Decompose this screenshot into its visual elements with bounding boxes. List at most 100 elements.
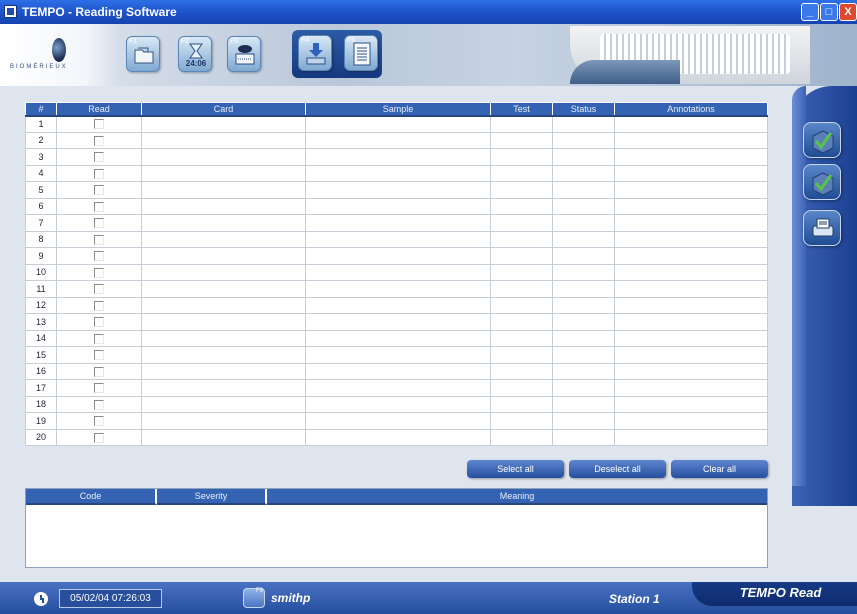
status-cell[interactable]	[552, 148, 615, 166]
sample-cell[interactable]	[305, 313, 491, 331]
validate-selected-button[interactable]	[803, 164, 841, 200]
sample-cell[interactable]	[305, 214, 491, 232]
annotations-cell[interactable]	[614, 230, 768, 248]
column-header-meaning[interactable]: Meaning	[267, 489, 767, 505]
table-row[interactable]: 7	[25, 214, 768, 232]
read-checkbox[interactable]	[94, 399, 104, 410]
card-cell[interactable]	[141, 131, 306, 149]
status-cell[interactable]	[552, 296, 615, 314]
status-cell[interactable]	[552, 131, 615, 149]
status-cell[interactable]	[552, 412, 615, 430]
annotations-cell[interactable]	[614, 362, 768, 380]
status-cell[interactable]	[552, 346, 615, 364]
sample-cell[interactable]	[305, 280, 491, 298]
status-cell[interactable]	[552, 395, 615, 413]
test-cell[interactable]	[490, 346, 553, 364]
sample-cell[interactable]	[305, 296, 491, 314]
sample-cell[interactable]	[305, 181, 491, 199]
card-cell[interactable]	[141, 280, 306, 298]
table-row[interactable]: 14	[25, 329, 768, 347]
test-cell[interactable]	[490, 131, 553, 149]
status-cell[interactable]	[552, 181, 615, 199]
table-row[interactable]: 3	[25, 148, 768, 166]
column-header-number[interactable]: #	[25, 102, 57, 117]
annotations-cell[interactable]	[614, 115, 768, 133]
test-cell[interactable]	[490, 280, 553, 298]
sample-cell[interactable]	[305, 197, 491, 215]
table-row[interactable]: 11	[25, 280, 768, 298]
card-cell[interactable]	[141, 247, 306, 265]
test-cell[interactable]	[490, 247, 553, 265]
sample-cell[interactable]	[305, 428, 491, 446]
card-cell[interactable]	[141, 164, 306, 182]
sample-cell[interactable]	[305, 395, 491, 413]
annotations-cell[interactable]	[614, 181, 768, 199]
f3-scanner-button[interactable]: F3	[227, 36, 261, 72]
table-row[interactable]: 12	[25, 296, 768, 314]
sample-cell[interactable]	[305, 247, 491, 265]
sample-cell[interactable]	[305, 362, 491, 380]
annotations-cell[interactable]	[614, 247, 768, 265]
validate-button[interactable]	[803, 122, 841, 158]
read-checkbox[interactable]	[94, 185, 104, 196]
card-cell[interactable]	[141, 362, 306, 380]
test-cell[interactable]	[490, 115, 553, 133]
read-checkbox[interactable]	[94, 383, 104, 394]
status-cell[interactable]	[552, 247, 615, 265]
card-cell[interactable]	[141, 115, 306, 133]
status-cell[interactable]	[552, 197, 615, 215]
sample-cell[interactable]	[305, 329, 491, 347]
annotations-cell[interactable]	[614, 329, 768, 347]
f2-timer-button[interactable]: F2 24:06	[178, 36, 212, 72]
status-cell[interactable]	[552, 428, 615, 446]
status-cell[interactable]	[552, 313, 615, 331]
card-cell[interactable]	[141, 346, 306, 364]
column-header-status[interactable]: Status	[552, 102, 615, 117]
test-cell[interactable]	[490, 181, 553, 199]
card-cell[interactable]	[141, 329, 306, 347]
read-checkbox[interactable]	[94, 135, 104, 146]
sample-cell[interactable]	[305, 412, 491, 430]
annotations-cell[interactable]	[614, 280, 768, 298]
table-row[interactable]: 5	[25, 181, 768, 199]
table-row[interactable]: 13	[25, 313, 768, 331]
column-header-code[interactable]: Code	[26, 489, 157, 505]
sample-cell[interactable]	[305, 379, 491, 397]
table-row[interactable]: 18	[25, 395, 768, 413]
card-cell[interactable]	[141, 395, 306, 413]
table-row[interactable]: 19	[25, 412, 768, 430]
table-row[interactable]: 1	[25, 115, 768, 133]
card-cell[interactable]	[141, 197, 306, 215]
annotations-cell[interactable]	[614, 395, 768, 413]
test-cell[interactable]	[490, 362, 553, 380]
table-row[interactable]: 2	[25, 131, 768, 149]
read-checkbox[interactable]	[94, 201, 104, 212]
column-header-card[interactable]: Card	[141, 102, 306, 117]
card-cell[interactable]	[141, 428, 306, 446]
table-row[interactable]: 6	[25, 197, 768, 215]
maximize-button[interactable]: □	[820, 3, 838, 21]
column-header-test[interactable]: Test	[490, 102, 553, 117]
read-checkbox[interactable]	[94, 284, 104, 295]
read-checkbox[interactable]	[94, 251, 104, 262]
test-cell[interactable]	[490, 263, 553, 281]
annotations-cell[interactable]	[614, 131, 768, 149]
card-cell[interactable]	[141, 412, 306, 430]
annotations-cell[interactable]	[614, 214, 768, 232]
status-cell[interactable]	[552, 164, 615, 182]
table-row[interactable]: 4	[25, 164, 768, 182]
table-row[interactable]: 9	[25, 247, 768, 265]
table-row[interactable]: 17	[25, 379, 768, 397]
annotations-cell[interactable]	[614, 164, 768, 182]
f1-folder-button[interactable]: F1	[126, 36, 160, 72]
card-cell[interactable]	[141, 379, 306, 397]
read-checkbox[interactable]	[94, 317, 104, 328]
test-cell[interactable]	[490, 230, 553, 248]
read-checkbox[interactable]	[94, 333, 104, 344]
status-cell[interactable]	[552, 115, 615, 133]
annotations-cell[interactable]	[614, 148, 768, 166]
status-cell[interactable]	[552, 214, 615, 232]
sample-cell[interactable]	[305, 131, 491, 149]
status-cell[interactable]	[552, 379, 615, 397]
test-cell[interactable]	[490, 329, 553, 347]
